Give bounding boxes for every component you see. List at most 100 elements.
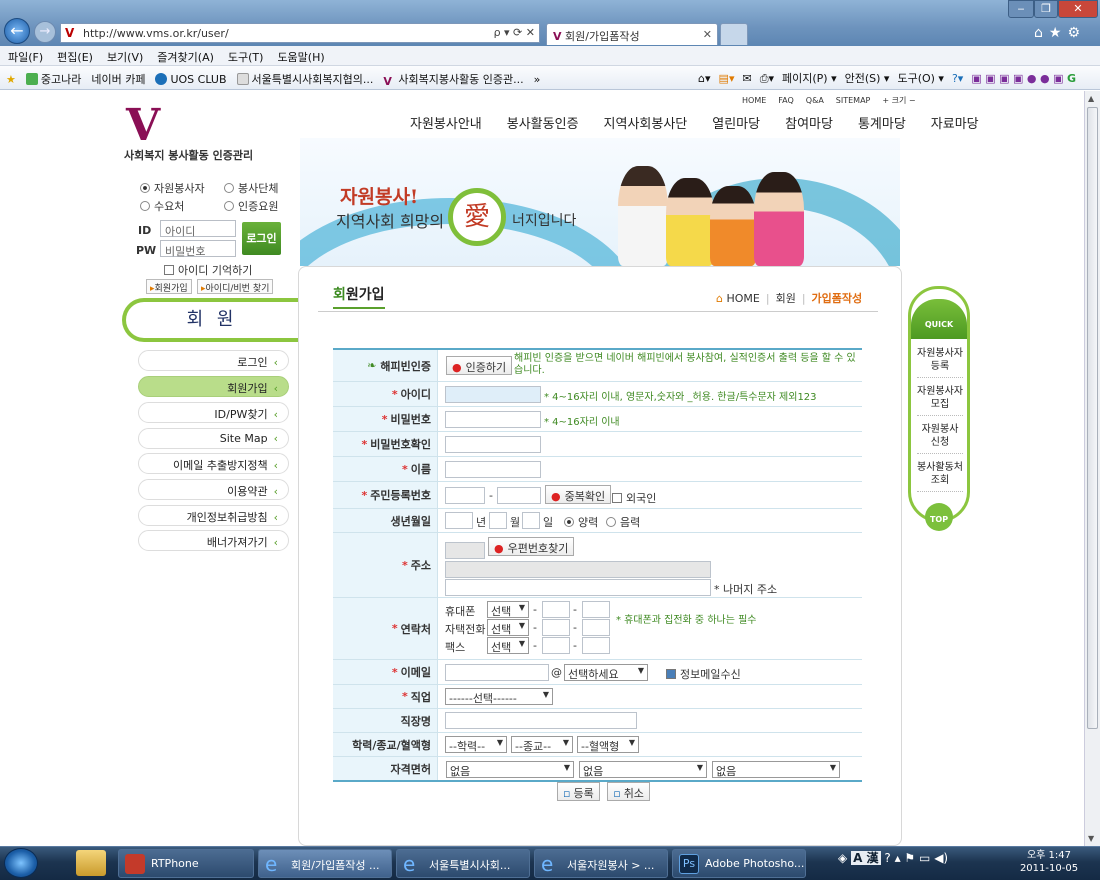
quick-item-apply[interactable]: 자원봉사 신청	[917, 423, 963, 454]
duplicate-check-button[interactable]: ● 중복확인	[545, 485, 612, 504]
lunar-radio[interactable]: 음력	[606, 514, 640, 530]
side-menu-login[interactable]: 로그인 ‹	[138, 350, 289, 371]
gnb-item[interactable]: 자원봉사안내	[410, 113, 482, 132]
util-font-size[interactable]: + 크기 −	[882, 96, 915, 105]
menu-view[interactable]: 보기(V)	[99, 46, 149, 65]
tools-menu[interactable]: 도구(O) ▾	[893, 70, 948, 86]
tab-close-icon[interactable]: ✕	[703, 28, 712, 41]
radio-certifier[interactable]: 인증요원	[224, 198, 278, 214]
address-url[interactable]: http://www.vms.or.kr/user/	[83, 27, 229, 40]
fax-prefix-select[interactable]: 선택 ▼	[487, 637, 529, 654]
help-icon[interactable]: ?▾	[948, 72, 967, 85]
fav-item[interactable]: UOS CLUB	[149, 68, 230, 86]
volume-tray-icon[interactable]: ◀)	[934, 851, 948, 865]
zipcode-search-button[interactable]: ● 우편번호찾기	[488, 537, 575, 556]
foreigner-checkbox[interactable]: 외국인	[612, 490, 656, 506]
menu-favorites[interactable]: 즐겨찾기(A)	[149, 46, 220, 65]
home-prefix-select[interactable]: 선택 ▼	[487, 619, 529, 636]
quick-item-recruit[interactable]: 자원봉사자 모집	[917, 385, 963, 416]
fax-last-input[interactable]	[582, 637, 610, 654]
login-id-input[interactable]: 아이디	[160, 220, 236, 238]
mail-icon[interactable]: ✉	[738, 72, 755, 85]
favorites-star-icon[interactable]: ★	[0, 68, 20, 86]
forward-button[interactable]: →	[34, 21, 56, 43]
menu-file[interactable]: 파일(F)	[0, 46, 49, 65]
cancel-button[interactable]: ▫ 취소	[607, 782, 650, 801]
util-qna[interactable]: Q&A	[806, 96, 824, 105]
join-link[interactable]: ▸회원가입	[146, 279, 192, 294]
flag-tray-icon[interactable]: ⚑	[904, 851, 915, 865]
safety-menu[interactable]: 안전(S) ▾	[841, 70, 894, 86]
side-menu-sitemap[interactable]: Site Map ‹	[138, 428, 289, 449]
scroll-up-icon[interactable]: ▲	[1088, 94, 1094, 103]
home-mid-input[interactable]	[542, 619, 570, 636]
gnb-item[interactable]: 참여마당	[785, 113, 833, 132]
gnb-item[interactable]: 자료마당	[931, 113, 979, 132]
userid-input[interactable]	[445, 386, 541, 403]
maximize-button[interactable]: ❐	[1034, 0, 1058, 18]
ime-indicator[interactable]: A 漢	[851, 851, 881, 865]
scrollbar-thumb[interactable]	[1087, 107, 1098, 729]
mobile-prefix-select[interactable]: 선택 ▼	[487, 601, 529, 618]
email-id-input[interactable]	[445, 664, 549, 681]
education-select[interactable]: --학력-- ▼	[445, 736, 507, 753]
new-tab-button[interactable]	[720, 23, 748, 45]
start-button[interactable]	[4, 848, 38, 878]
breadcrumb-member[interactable]: 회원	[776, 292, 796, 305]
address-detail-input[interactable]	[445, 579, 711, 596]
side-menu-banner[interactable]: 배너가져가기 ‹	[138, 530, 289, 551]
religion-select[interactable]: --종교-- ▼	[511, 736, 573, 753]
home-last-input[interactable]	[582, 619, 610, 636]
mobile-mid-input[interactable]	[542, 601, 570, 618]
name-input[interactable]	[445, 461, 541, 478]
page-menu[interactable]: 페이지(P) ▾	[778, 70, 841, 86]
rss-icon[interactable]: ▤▾	[715, 72, 739, 85]
menu-tools[interactable]: 도구(T)	[220, 46, 270, 65]
quick-item-register[interactable]: 자원봉사자 등록	[917, 347, 963, 378]
password-confirm-input[interactable]	[445, 436, 541, 453]
side-menu-find[interactable]: ID/PW찾기 ‹	[138, 402, 289, 423]
fav-item[interactable]: 서울특별시사회복지협의...	[231, 66, 378, 87]
taskbar-item-photoshop[interactable]: Ps Adobe Photosho...	[672, 849, 806, 878]
gnb-item[interactable]: 통계마당	[858, 113, 906, 132]
fav-item[interactable]: 네이버 카페	[85, 66, 149, 87]
job-select[interactable]: ------선택------ ▼	[445, 688, 553, 705]
ssn-back-input[interactable]	[497, 487, 541, 504]
solar-radio[interactable]: 양력	[564, 514, 598, 530]
zipcode-input[interactable]	[445, 542, 485, 559]
password-input[interactable]	[445, 411, 541, 428]
addon-icons[interactable]: ▣ ▣ ▣ ▣ ● ● ▣ G	[967, 72, 1080, 85]
email-consent-checkbox[interactable]: 정보메일수신	[666, 666, 741, 682]
network-tray-icon[interactable]: ◈	[838, 851, 847, 865]
bloodtype-select[interactable]: --혈액형 ▼	[577, 736, 639, 753]
home-icon[interactable]: ⌂▾	[694, 72, 715, 85]
license-select-1[interactable]: 없음 ▼	[446, 761, 574, 778]
tray-expand-icon[interactable]: ▴	[895, 851, 901, 865]
minimize-button[interactable]: ‒	[1008, 0, 1034, 18]
site-logo-text[interactable]: 사회복지 봉사활동 인증관리	[124, 147, 253, 163]
ssn-front-input[interactable]	[445, 487, 485, 504]
email-domain-select[interactable]: 선택하세요 ▼	[564, 664, 648, 681]
birth-year-input[interactable]	[445, 512, 473, 529]
side-menu-privacy[interactable]: 개인정보취급방침 ‹	[138, 505, 289, 526]
birth-month-input[interactable]	[489, 512, 507, 529]
print-icon[interactable]: ⎙▾	[756, 72, 778, 86]
taskbar-item-ie-active[interactable]: e 회원/가입폼작성 ...	[258, 849, 392, 878]
taskbar-item-rtphone[interactable]: RTPhone	[118, 849, 254, 878]
explorer-folder-icon[interactable]	[76, 850, 106, 876]
menu-help[interactable]: 도움말(H)	[269, 46, 330, 65]
remember-id-checkbox[interactable]: 아이디 기억하기	[164, 262, 252, 278]
util-home[interactable]: HOME	[742, 96, 766, 105]
menu-edit[interactable]: 편집(E)	[49, 46, 99, 65]
radio-volunteer[interactable]: 자원봉사자	[140, 182, 205, 195]
side-menu-terms[interactable]: 이용약관 ‹	[138, 479, 289, 500]
gnb-item[interactable]: 열린마당	[712, 113, 760, 132]
site-logo-icon[interactable]: V	[126, 104, 172, 148]
fav-item[interactable]: 중고나라	[20, 66, 85, 87]
breadcrumb-home[interactable]: HOME	[726, 292, 759, 305]
login-button[interactable]: 로그인	[242, 222, 281, 255]
util-faq[interactable]: FAQ	[778, 96, 794, 105]
company-input[interactable]	[445, 712, 637, 729]
home-favorites-tools-icons[interactable]: ⌂★⚙	[1034, 25, 1086, 41]
license-select-3[interactable]: 없음 ▼	[712, 761, 840, 778]
